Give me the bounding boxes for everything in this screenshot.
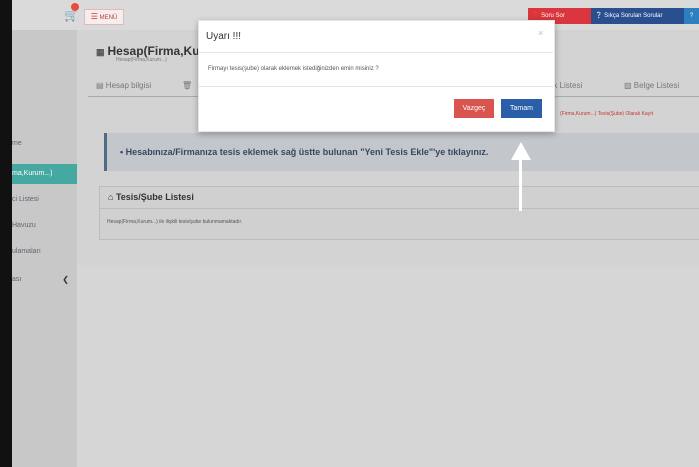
sidebar-item-label: ası bbox=[12, 276, 22, 283]
tab-label: Belge Listesi bbox=[633, 81, 680, 90]
menu-label: MENÜ bbox=[99, 15, 118, 21]
sidebar-item-pool[interactable]: Havuzu bbox=[12, 216, 77, 236]
sidebar-item-list[interactable]: ci Listesi bbox=[12, 190, 77, 210]
file-icon: ▧ bbox=[624, 81, 632, 90]
tab-document-list[interactable]: ▧ Belge Listesi bbox=[624, 78, 679, 94]
info-alert-message: Hesabınıza/Firmanıza tesis eklemek sağ ü… bbox=[125, 147, 489, 157]
sidebar-item-label: ma,Kurum...) bbox=[12, 170, 53, 177]
home-icon: ⌂ bbox=[108, 192, 114, 202]
cancel-button[interactable]: Vazgeç bbox=[454, 99, 494, 118]
left-edge bbox=[0, 0, 12, 467]
tab-label: Hesap bilgisi bbox=[105, 81, 152, 90]
document-icon: ▤ bbox=[96, 81, 104, 90]
dialog-title: Uyarı !!! bbox=[206, 31, 242, 42]
sidebar-item-label: me bbox=[12, 140, 22, 147]
faq-button[interactable]: ❔ Sıkça Sorulan Sorular bbox=[591, 8, 687, 24]
page-subtitle: Hesap(Firma,Kurum...) bbox=[116, 57, 167, 63]
help-button[interactable]: ? bbox=[684, 8, 699, 24]
close-icon[interactable]: × bbox=[538, 28, 543, 38]
menu-button[interactable]: ☰ MENÜ bbox=[84, 9, 124, 25]
sidebar-item-label: Havuzu bbox=[12, 222, 36, 229]
bullet-icon: • bbox=[120, 147, 124, 157]
dialog-message: Firmayı tesis(şube) olarak eklemek isted… bbox=[208, 66, 379, 72]
sidebar-item-label: ci Listesi bbox=[12, 196, 39, 203]
panel-empty-text: Hesap(Firma,Kurum...) ile ilişkili tesis… bbox=[107, 219, 243, 225]
panel-divider bbox=[99, 208, 699, 209]
help-circle-icon: ❔ bbox=[595, 13, 603, 19]
sidebar: me ma,Kurum...) ci Listesi Havuzu ulamal… bbox=[12, 30, 77, 467]
tab-facilities[interactable]: 🗑 bbox=[182, 78, 192, 94]
info-alert-text: • Hesabınıza/Firmanıza tesis eklemek sağ… bbox=[120, 147, 488, 157]
sidebar-item-home[interactable]: me bbox=[12, 134, 77, 154]
panel-title: ⌂ Tesis/Şube Listesi bbox=[108, 192, 194, 202]
trash-icon: 🗑 bbox=[182, 81, 193, 90]
notification-badge bbox=[71, 3, 79, 11]
chevron-left-icon: ❮ bbox=[62, 275, 69, 284]
question-icon: ❓ bbox=[532, 13, 540, 19]
pointer-arrow-shaft bbox=[519, 157, 522, 211]
panel-title-text: Tesis/Şube Listesi bbox=[115, 192, 194, 202]
dialog-footer-divider bbox=[198, 86, 553, 87]
building-icon: ▦ bbox=[96, 47, 105, 57]
faq-label: Sıkça Sorulan Sorular bbox=[604, 13, 663, 19]
lower-area bbox=[77, 265, 699, 467]
help-label: ? bbox=[689, 13, 694, 19]
page-title: ▦ Hesap(Firma,Ku bbox=[96, 44, 200, 58]
sidebar-item-collapsible[interactable]: ası ❮ bbox=[12, 270, 77, 290]
ok-button[interactable]: Tamam bbox=[501, 99, 542, 118]
breadcrumb: (Firma,Kurum...) Tesis(Şube) Olarak Kayı… bbox=[560, 111, 653, 117]
tab-account-info[interactable]: ▤ Hesap bilgisi bbox=[96, 78, 151, 94]
page-title-text: Hesap(Firma,Ku bbox=[107, 44, 200, 58]
dialog-header-divider bbox=[198, 52, 553, 53]
sidebar-item-applications[interactable]: ulamaları bbox=[12, 242, 77, 262]
sidebar-item-label: ulamaları bbox=[12, 248, 41, 255]
ask-question-label: Soru Sor bbox=[541, 13, 565, 19]
hamburger-icon: ☰ bbox=[90, 12, 98, 21]
sidebar-item-account[interactable]: ma,Kurum...) bbox=[12, 164, 77, 184]
